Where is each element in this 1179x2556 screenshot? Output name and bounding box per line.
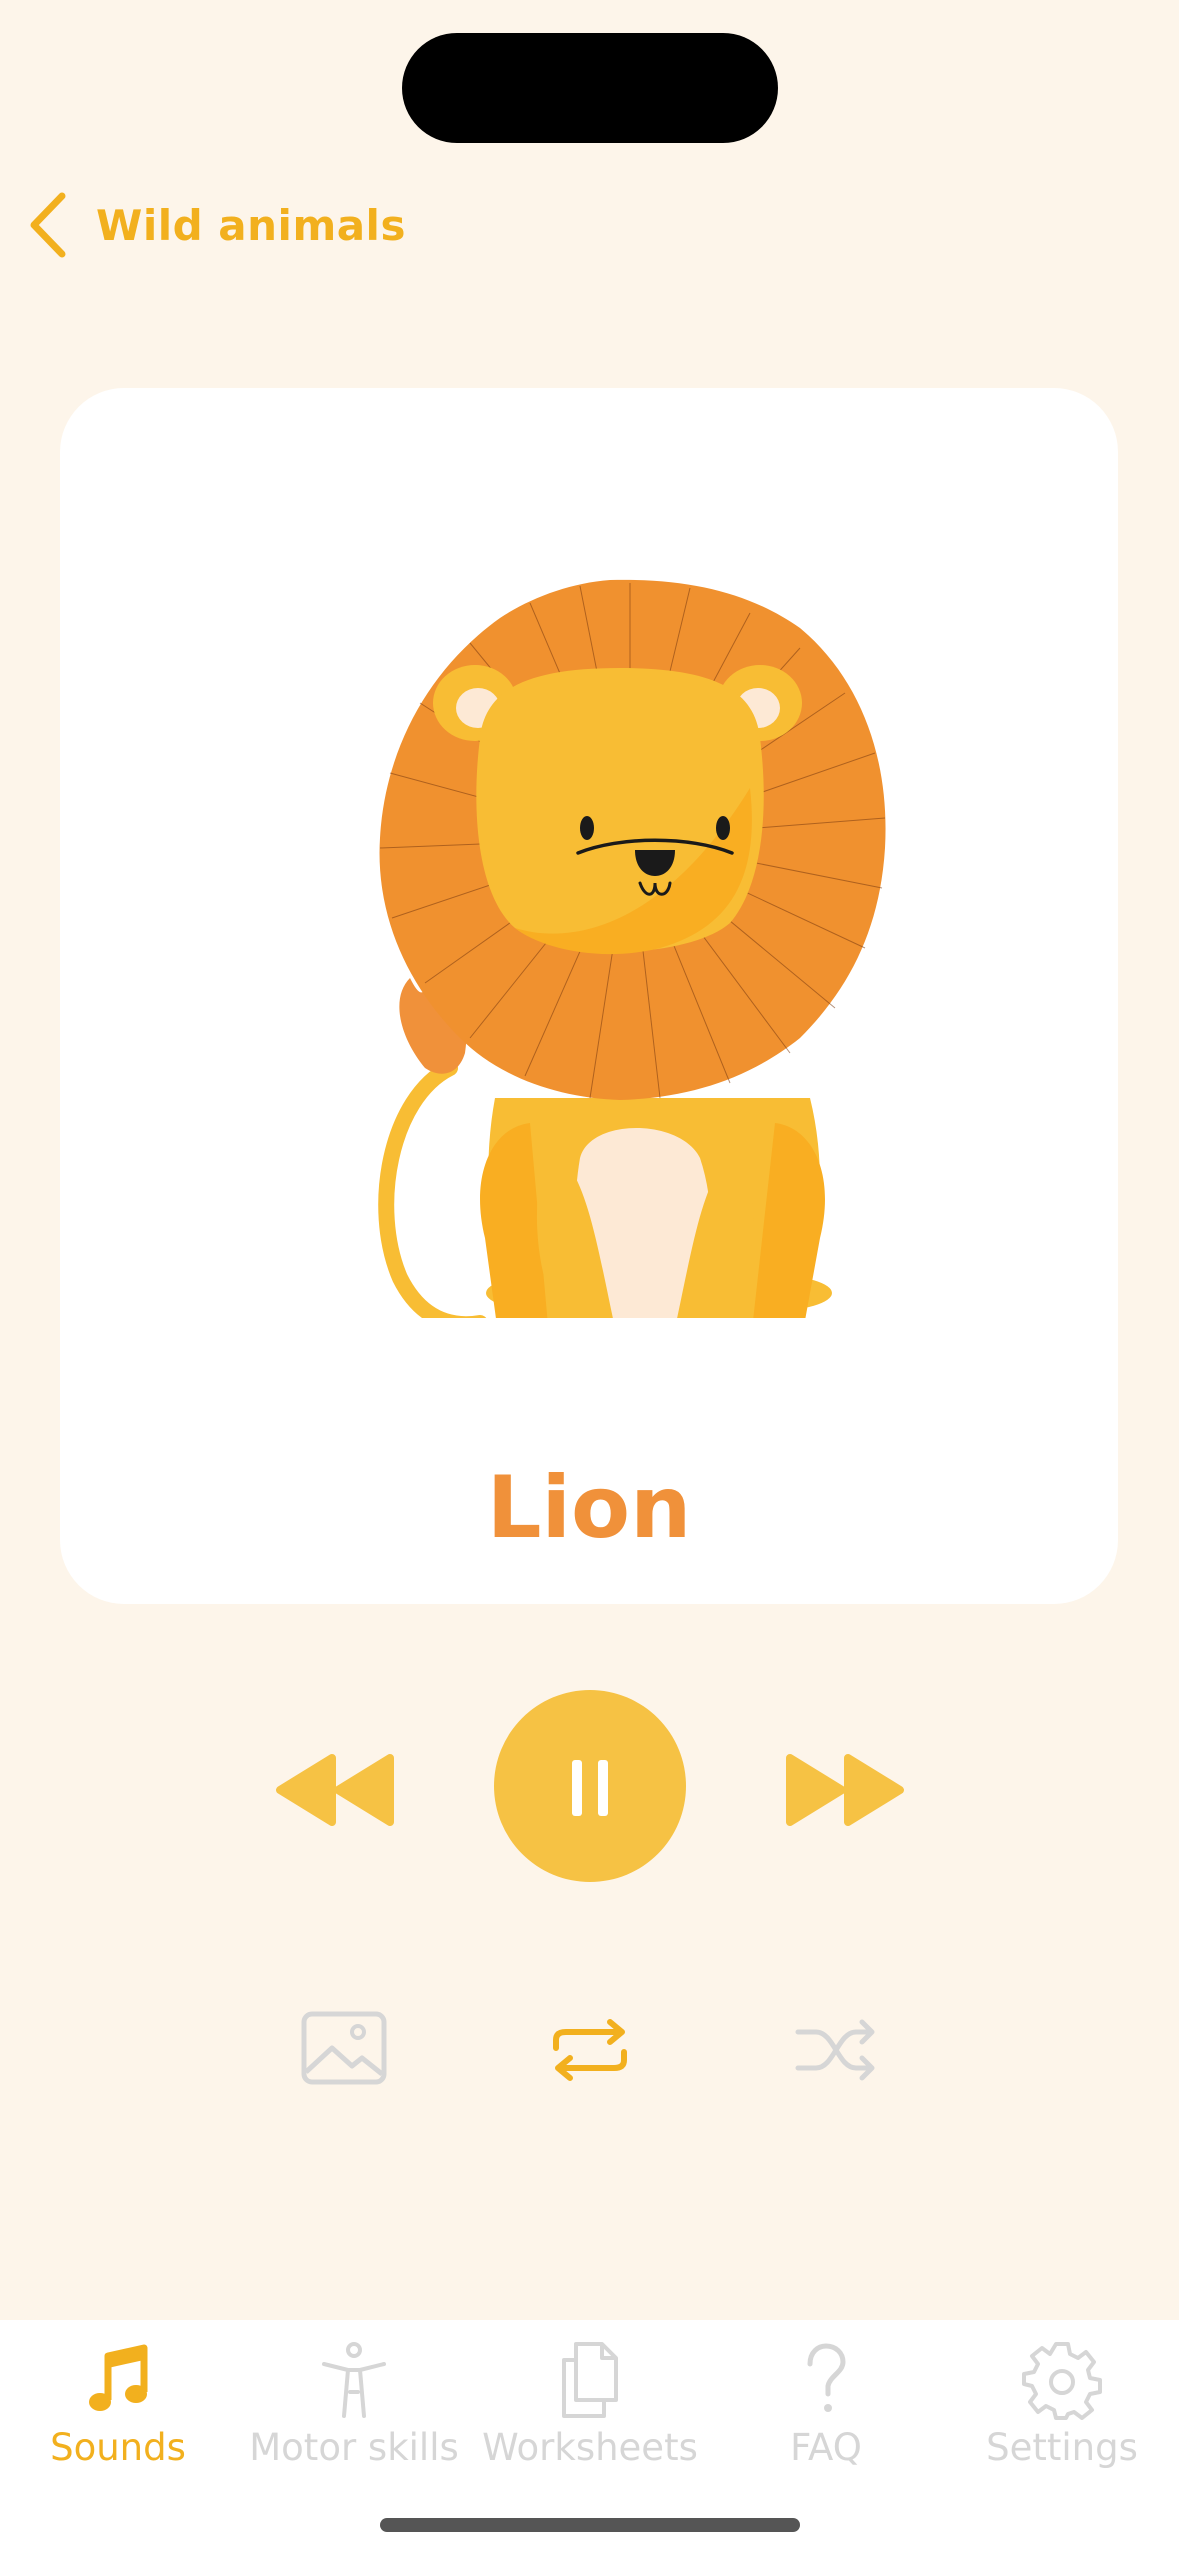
tab-label: Sounds — [50, 2426, 186, 2469]
music-note-icon — [89, 2344, 148, 2411]
tab-worksheets[interactable]: Worksheets — [472, 2340, 708, 2490]
question-icon — [807, 2343, 846, 2412]
person-icon — [322, 2342, 386, 2418]
shuffle-icon[interactable] — [794, 2018, 878, 2082]
tab-label: Worksheets — [482, 2426, 698, 2469]
image-icon[interactable] — [300, 2010, 388, 2086]
playback-controls — [0, 1690, 1179, 1890]
tab-settings[interactable]: Settings — [944, 2340, 1179, 2490]
chevron-left-icon — [30, 192, 66, 258]
pause-icon-bar — [598, 1760, 608, 1816]
tab-sounds[interactable]: Sounds — [0, 2340, 236, 2490]
lion-illustration — [378, 579, 886, 1318]
documents-icon — [562, 2342, 618, 2418]
play-pause-button[interactable] — [494, 1690, 686, 1882]
tab-label: Motor skills — [249, 2426, 459, 2469]
tab-faq[interactable]: FAQ — [708, 2340, 944, 2490]
dynamic-island — [402, 33, 778, 143]
rewind-icon[interactable] — [272, 1750, 402, 1830]
back-label: Wild animals — [96, 200, 406, 250]
home-indicator[interactable] — [380, 2518, 800, 2532]
animal-card: Lion — [60, 388, 1118, 1604]
repeat-icon[interactable] — [548, 2018, 632, 2082]
secondary-controls — [0, 2010, 1179, 2100]
tab-motor-skills[interactable]: Motor skills — [236, 2340, 472, 2490]
tab-label: FAQ — [790, 2426, 862, 2469]
gear-icon — [1022, 2342, 1102, 2420]
fast-forward-icon[interactable] — [778, 1750, 908, 1830]
back-button[interactable]: Wild animals — [24, 185, 406, 265]
tab-label: Settings — [986, 2426, 1138, 2469]
pause-icon — [572, 1760, 582, 1816]
animal-name: Lion — [486, 1458, 692, 1558]
